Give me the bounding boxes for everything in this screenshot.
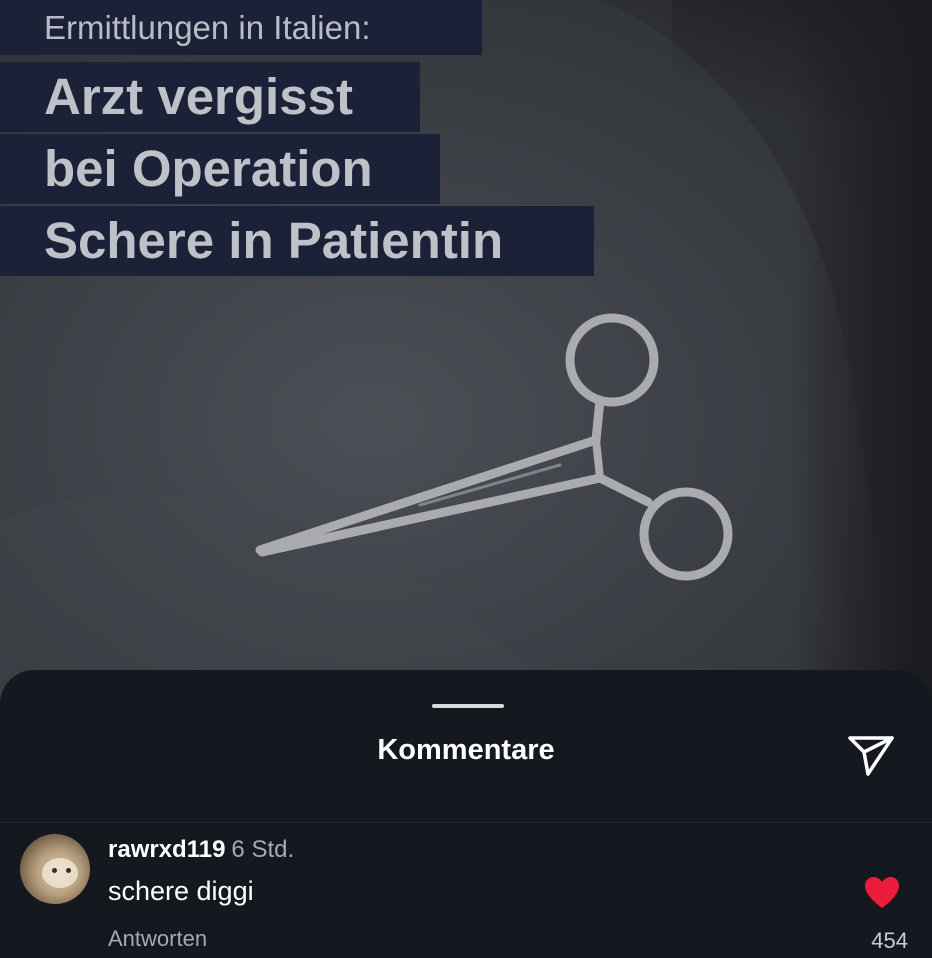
headline-line-2: bei Operation [0, 134, 440, 204]
avatar-eye [52, 868, 57, 873]
screen: Ermittlungen in Italien: Arzt vergisst b… [0, 0, 932, 958]
headline-line-3: Schere in Patientin [0, 206, 594, 276]
avatar-eye [66, 868, 71, 873]
like-count: 454 [871, 928, 908, 953]
surgical-scissors [255, 313, 733, 581]
comment-timestamp: 6 Std. [231, 836, 295, 863]
comments-title: Kommentare [377, 734, 555, 766]
image-shadow-top [672, 0, 932, 120]
comment-header: rawrxd119 6 Std. [108, 836, 294, 864]
avatar-face [42, 858, 78, 888]
send-icon[interactable] [846, 732, 896, 778]
reply-button[interactable]: Antworten [108, 926, 207, 952]
headline-kicker: Ermittlungen in Italien: [0, 0, 482, 55]
comments-sheet: Kommentare rawrxd119 6 Std. schere diggi … [0, 670, 932, 958]
sheet-divider [0, 822, 932, 823]
avatar[interactable] [20, 834, 90, 904]
headline-line-1: Arzt vergisst [0, 62, 420, 132]
video-post[interactable]: Ermittlungen in Italien: Arzt vergisst b… [0, 0, 932, 700]
sheet-drag-handle[interactable] [432, 704, 504, 708]
comment-text: schere diggi [108, 876, 254, 906]
heart-icon[interactable] [864, 876, 900, 910]
comment-username[interactable]: rawrxd119 [108, 836, 225, 863]
